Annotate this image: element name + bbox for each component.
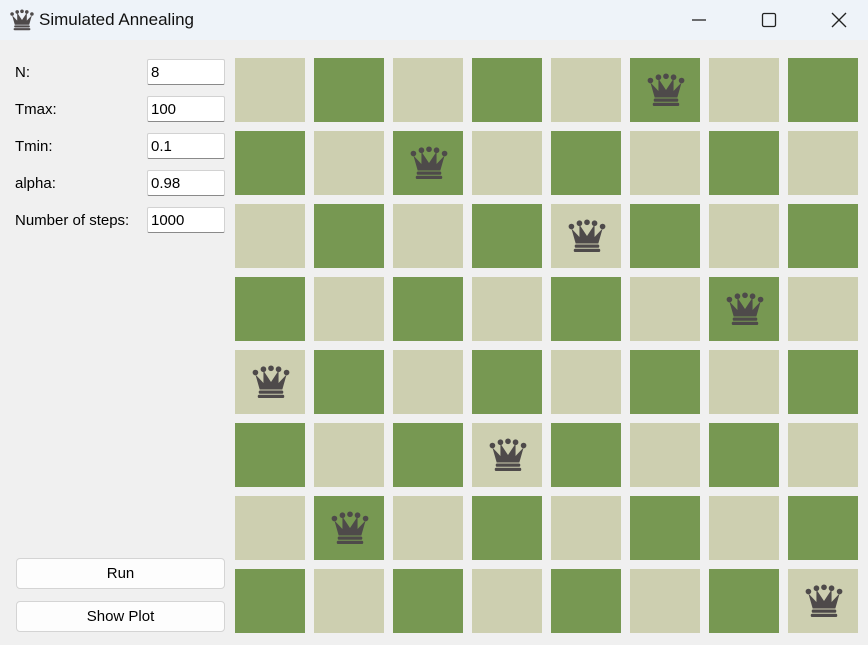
close-button[interactable]: [804, 0, 868, 40]
run-button[interactable]: Run: [16, 558, 225, 589]
board-square: [788, 277, 858, 341]
board-square: [314, 569, 384, 633]
board-square: [235, 423, 305, 487]
board-square: [235, 350, 305, 414]
board-square: [393, 423, 463, 487]
board-square: [630, 350, 700, 414]
chess-queen-icon: [647, 73, 685, 107]
steps-input[interactable]: [147, 207, 225, 233]
board-square: [393, 277, 463, 341]
board-square: [314, 496, 384, 560]
board-square: [709, 58, 779, 122]
chess-queen-icon: [410, 146, 448, 180]
minimize-button[interactable]: [664, 0, 734, 40]
board-square: [709, 423, 779, 487]
chess-queen-icon: [10, 9, 34, 31]
board-square: [788, 569, 858, 633]
board-square: [472, 350, 542, 414]
chess-queen-icon: [489, 438, 527, 472]
chess-queen-icon: [252, 365, 290, 399]
board-square: [551, 58, 621, 122]
board-square: [314, 131, 384, 195]
board-square: [314, 350, 384, 414]
board-square: [709, 569, 779, 633]
board-square: [709, 277, 779, 341]
board-square: [314, 277, 384, 341]
board-square: [551, 277, 621, 341]
board-square: [472, 58, 542, 122]
board-square: [709, 131, 779, 195]
maximize-icon: [761, 12, 777, 28]
board-square: [630, 496, 700, 560]
n-input[interactable]: [147, 59, 225, 85]
board-square: [472, 496, 542, 560]
maximize-button[interactable]: [734, 0, 804, 40]
board-square: [630, 423, 700, 487]
run-button-label: Run: [106, 565, 135, 582]
board-square: [630, 204, 700, 268]
board-square: [235, 569, 305, 633]
chess-queen-icon: [331, 511, 369, 545]
board-square: [393, 58, 463, 122]
chess-board: [0, 0, 868, 645]
board-square: [314, 58, 384, 122]
board-square: [314, 423, 384, 487]
board-square: [314, 204, 384, 268]
board-square: [551, 350, 621, 414]
tmax-input[interactable]: [147, 96, 225, 122]
board-square: [551, 569, 621, 633]
board-square: [788, 496, 858, 560]
board-square: [630, 277, 700, 341]
tmin-label: Tmin:: [15, 138, 53, 155]
board-square: [235, 496, 305, 560]
show-plot-button-label: Show Plot: [86, 608, 155, 625]
close-icon: [831, 12, 847, 28]
title-bar: Simulated Annealing: [0, 0, 868, 40]
board-square: [235, 58, 305, 122]
board-square: [788, 423, 858, 487]
board-square: [551, 204, 621, 268]
tmax-label: Tmax:: [15, 101, 57, 118]
board-square: [630, 569, 700, 633]
board-square: [393, 204, 463, 268]
board-square: [235, 277, 305, 341]
board-square: [472, 569, 542, 633]
board-square: [709, 350, 779, 414]
tmin-input[interactable]: [147, 133, 225, 159]
steps-label: Number of steps:: [15, 212, 130, 229]
board-square: [472, 277, 542, 341]
board-square: [788, 204, 858, 268]
board-square: [393, 496, 463, 560]
window-title: Simulated Annealing: [39, 10, 195, 29]
chess-queen-icon: [726, 292, 764, 326]
board-square: [551, 423, 621, 487]
board-square: [630, 58, 700, 122]
board-square: [551, 131, 621, 195]
board-square: [551, 496, 621, 560]
show-plot-button[interactable]: Show Plot: [16, 601, 225, 632]
chess-queen-icon: [805, 584, 843, 618]
board-square: [788, 131, 858, 195]
board-square: [788, 350, 858, 414]
board-square: [235, 204, 305, 268]
chess-queen-icon: [568, 219, 606, 253]
board-square: [393, 350, 463, 414]
alpha-label: alpha:: [15, 175, 56, 192]
board-square: [788, 58, 858, 122]
board-square: [709, 204, 779, 268]
board-square: [472, 204, 542, 268]
board-square: [709, 496, 779, 560]
board-square: [472, 423, 542, 487]
board-square: [393, 131, 463, 195]
minimize-icon: [692, 19, 706, 21]
alpha-input[interactable]: [147, 170, 225, 196]
n-label: N:: [15, 64, 30, 81]
board-square: [472, 131, 542, 195]
board-square: [630, 131, 700, 195]
board-square: [235, 131, 305, 195]
board-square: [393, 569, 463, 633]
